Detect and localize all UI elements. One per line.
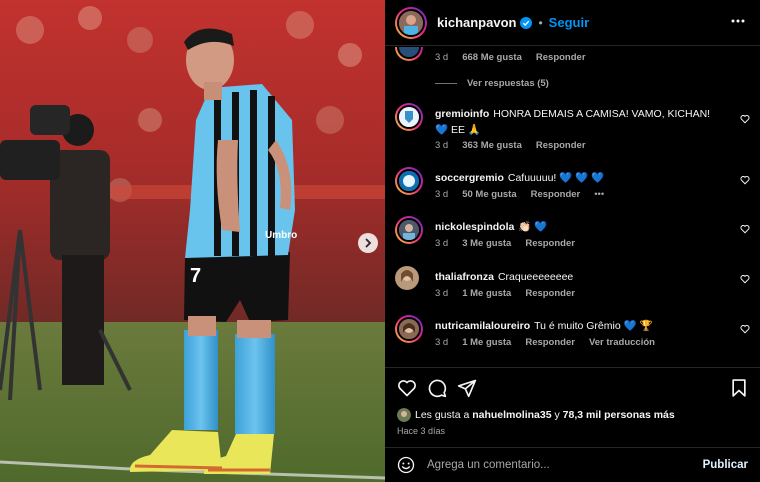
reply-button[interactable]: Responder xyxy=(525,288,575,299)
comment-meta: 3 d 50 Me gusta Responder ••• xyxy=(435,189,604,200)
comment-avatar[interactable] xyxy=(395,47,423,61)
comment-item: gremioinfo HONRA DEMAIS A CAMISA! VAMO, K… xyxy=(385,103,760,153)
comment-avatar[interactable] xyxy=(395,315,423,343)
comment-meta: 3 d 3 Me gusta Responder xyxy=(435,238,575,249)
separator-dot: • xyxy=(538,15,543,30)
comment-username[interactable]: gremioinfo xyxy=(435,108,489,120)
avatar-image xyxy=(399,171,419,191)
ellipsis-icon[interactable] xyxy=(730,13,746,29)
comment-username[interactable]: nutricamilaloureiro xyxy=(435,320,530,332)
comment-meta: 3 d 1 Me gusta Responder Ver traducción xyxy=(435,337,655,348)
post-side-panel: kichanpavon • Seguir 3 d 668 Me gusta Re… xyxy=(385,0,760,482)
comment-input[interactable] xyxy=(427,459,677,471)
avatar-image xyxy=(399,107,419,127)
translate-button[interactable]: Ver traducción xyxy=(589,337,655,348)
comment-body: Craqueeeeeeee xyxy=(497,271,574,283)
comment-text: gremioinfo HONRA DEMAIS A CAMISA! VAMO, K… xyxy=(435,106,725,138)
comment-likes[interactable]: 668 Me gusta xyxy=(462,52,522,63)
comment-body: 👏🏻 💙 xyxy=(518,221,548,233)
comment-item: soccergremio Cafuuuuu! 💙 💙 💙 3 d 50 Me gu… xyxy=(385,167,760,203)
author-avatar[interactable] xyxy=(395,6,427,39)
verified-icon xyxy=(520,16,533,29)
comment-time: 3 d xyxy=(435,52,449,63)
post-photo: 7 Umbro xyxy=(0,0,385,482)
heart-icon[interactable] xyxy=(740,114,750,124)
comment-username[interactable]: nickolespindola xyxy=(435,221,514,233)
comment-avatar[interactable] xyxy=(395,167,423,195)
post-date: Hace 3 días xyxy=(397,426,446,436)
comment-item: thaliafronza Craqueeeeeeee 3 d 1 Me gusta… xyxy=(385,266,760,302)
comment-username[interactable]: soccergremio xyxy=(435,172,504,184)
reply-button[interactable]: Responder xyxy=(531,189,581,200)
heart-icon[interactable] xyxy=(740,274,750,284)
reply-button[interactable]: Responder xyxy=(525,337,575,348)
comment-meta: 3 d 668 Me gusta Responder xyxy=(435,52,586,63)
view-replies-label: Ver respuestas (5) xyxy=(467,78,549,89)
chevron-right-icon xyxy=(365,238,372,248)
likes-prefix: Les gusta a xyxy=(415,409,470,421)
comment-composer: Publicar xyxy=(385,447,760,482)
share-icon[interactable] xyxy=(457,378,477,398)
carousel-next-button[interactable] xyxy=(358,233,378,253)
comment-avatar[interactable] xyxy=(395,216,423,244)
avatar-image xyxy=(395,266,419,290)
comment-body: Tu é muito Grêmio 💙 🏆 xyxy=(534,320,653,332)
heart-icon[interactable] xyxy=(740,175,750,185)
post-header: kichanpavon • Seguir xyxy=(385,0,760,46)
jersey-number: 7 xyxy=(190,265,201,287)
sponsor-logo: Umbro xyxy=(265,230,297,241)
comments-list: 3 d 668 Me gusta Responder Ver respuesta… xyxy=(385,47,760,367)
comment-options-button[interactable]: ••• xyxy=(594,189,604,200)
view-replies-button[interactable]: Ver respuestas (5) xyxy=(435,78,549,89)
author-username[interactable]: kichanpavon xyxy=(437,15,516,30)
comment-text: nickolespindola 👏🏻 💙 xyxy=(435,219,725,235)
likes-middle: y xyxy=(554,409,560,421)
comment-item: 3 d 668 Me gusta Responder xyxy=(385,47,760,73)
comment-time: 3 d xyxy=(435,337,449,348)
avatar-image xyxy=(399,319,419,339)
comment-item: nutricamilaloureiro Tu é muito Grêmio 💙 🏆… xyxy=(385,315,760,355)
avatar-image xyxy=(399,10,423,35)
comment-body: Cafuuuuu! 💙 💙 💙 xyxy=(507,172,605,184)
follow-button[interactable]: Seguir xyxy=(549,15,589,30)
avatar-image xyxy=(399,220,419,240)
comment-text: thaliafronza Craqueeeeeeee xyxy=(435,269,725,285)
bookmark-icon[interactable] xyxy=(729,378,749,398)
reply-button[interactable]: Responder xyxy=(525,238,575,249)
photo-illustration: 7 Umbro xyxy=(0,0,385,482)
comment-likes[interactable]: 1 Me gusta xyxy=(462,337,511,348)
comment-item: nickolespindola 👏🏻 💙 3 d 3 Me gusta Respo… xyxy=(385,216,760,252)
post-actions: Les gusta a nahuelmolina35 y 78,3 mil pe… xyxy=(385,367,760,447)
comment-text: soccergremio Cafuuuuu! 💙 💙 💙 xyxy=(435,170,725,186)
comment-meta: 3 d 363 Me gusta Responder xyxy=(435,140,586,151)
heart-icon[interactable] xyxy=(740,224,750,234)
replies-divider xyxy=(435,83,457,84)
comment-icon[interactable] xyxy=(427,378,447,398)
heart-icon[interactable] xyxy=(740,324,750,334)
heart-icon[interactable] xyxy=(397,378,417,398)
comment-time: 3 d xyxy=(435,189,449,200)
comment-text: nutricamilaloureiro Tu é muito Grêmio 💙 🏆 xyxy=(435,318,725,334)
comment-likes[interactable]: 1 Me gusta xyxy=(462,288,511,299)
comment-likes[interactable]: 363 Me gusta xyxy=(462,140,522,151)
comment-avatar[interactable] xyxy=(395,103,423,131)
emoji-icon[interactable] xyxy=(397,456,415,474)
likes-summary: Les gusta a nahuelmolina35 y 78,3 mil pe… xyxy=(397,408,675,422)
post-comment-button[interactable]: Publicar xyxy=(703,459,748,471)
reply-button[interactable]: Responder xyxy=(536,140,586,151)
likes-count[interactable]: 78,3 mil personas más xyxy=(563,409,675,421)
comment-meta: 3 d 1 Me gusta Responder xyxy=(435,288,575,299)
comment-likes[interactable]: 50 Me gusta xyxy=(462,189,516,200)
comment-time: 3 d xyxy=(435,140,449,151)
comment-time: 3 d xyxy=(435,238,449,249)
comment-username[interactable]: thaliafronza xyxy=(435,271,494,283)
reply-button[interactable]: Responder xyxy=(536,52,586,63)
liker-avatar[interactable] xyxy=(397,408,411,422)
comment-avatar[interactable] xyxy=(395,266,419,295)
comment-likes[interactable]: 3 Me gusta xyxy=(462,238,511,249)
comment-time: 3 d xyxy=(435,288,449,299)
liker-username[interactable]: nahuelmolina35 xyxy=(472,409,551,421)
